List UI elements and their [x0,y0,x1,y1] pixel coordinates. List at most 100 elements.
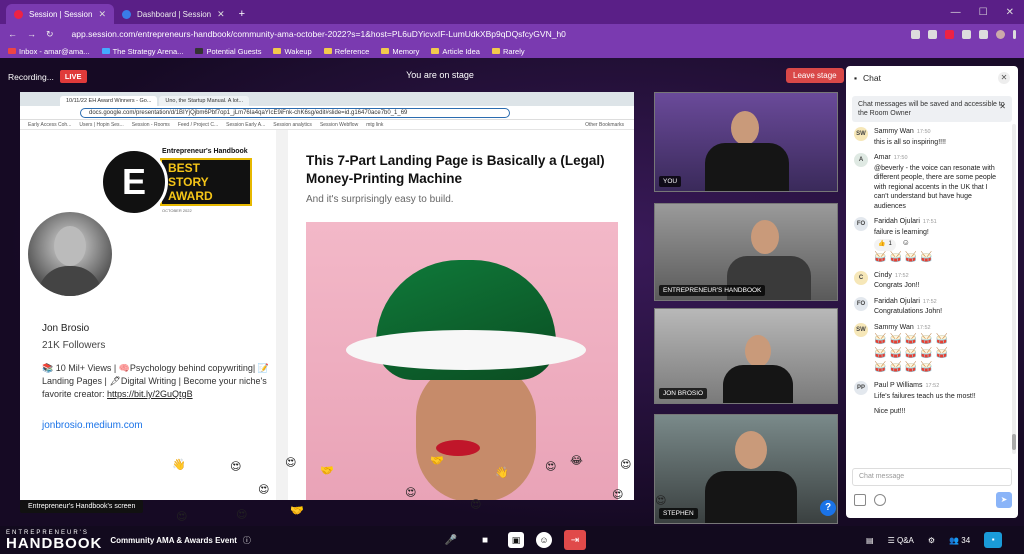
dismiss-notice-icon[interactable]: ✕ [999,102,1006,111]
help-icon[interactable]: ? [820,500,836,516]
avatar: SW [854,127,868,141]
bookmark-folder[interactable]: Memory [381,47,419,56]
award-header: Entrepreneur's Handbook [162,148,248,155]
bookmark-item[interactable]: The Strategy Arena... [101,47,183,56]
forward-icon[interactable]: → [27,29,36,39]
author-avatar [28,212,112,296]
eh-logo: E [100,148,168,216]
tile-label: ENTREPRENEUR'S HANDBOOK [659,285,766,296]
bookmark-item[interactable]: Inbox - amar@ama... [8,47,90,56]
tab-dashboard[interactable]: Dashboard | Session ✕ [114,4,233,24]
camera-icon[interactable]: ■ [474,530,496,550]
bookmark-folder[interactable]: Rarely [491,47,525,56]
reaction-emoji: 😍 [176,511,188,523]
session-favicon-icon [14,9,23,19]
new-tab-icon[interactable]: + [233,8,245,24]
exit-icon[interactable]: ⇥ [564,530,586,550]
tab-session[interactable]: Session | Session ✕ [6,4,114,24]
back-icon[interactable]: ← [8,29,17,39]
chat-message: SW Sammy Wan 17:50 this is all so inspirin… [846,124,1010,150]
video-tile-entrepreneurs-handbook[interactable]: ENTREPRENEUR'S HANDBOOK [654,203,838,301]
award-badge: BEST STORY AWARD [160,158,252,206]
reload-icon[interactable]: ↻ [46,29,54,40]
slide-divider [276,130,288,500]
maximize-icon[interactable]: ☐ [979,7,988,18]
microphone-icon[interactable]: 🎤 [440,530,462,550]
chat-header: ▪ Chat ✕ [846,66,1018,90]
avatar: A [854,153,868,167]
emoji-picker-icon[interactable] [874,494,886,506]
author-followers: 21K Followers [42,340,106,351]
reaction-emoji: 😍 [612,489,624,501]
video-tile-stephen[interactable]: STEPHEN [654,414,838,524]
reaction-emoji: 😍 [655,495,667,507]
send-icon[interactable]: ➤ [996,492,1012,508]
emoji-reaction-icon[interactable]: ☺ [536,532,552,548]
add-reaction-icon[interactable]: ☺ [902,238,910,247]
qa-button[interactable]: ☰ Q&A [888,536,914,545]
chat-panel: ▪ Chat ✕ Chat messages will be saved and… [846,66,1018,518]
chat-scrollbar[interactable] [1012,124,1016,454]
close-tab-icon[interactable]: ✕ [217,9,225,20]
chat-toggle-icon[interactable]: ▪ [984,532,1003,548]
reaction-emoji: 👋 [495,467,509,479]
minimize-icon[interactable]: — [951,7,961,18]
shared-tab: Uno, the Startup Manual. A lot... [159,96,250,106]
author-bio: 📚 10 Mil+ Views | 🧠Psychology behind cop… [42,363,269,399]
extension-icons [911,29,1016,39]
tile-label: STEPHEN [659,508,698,519]
avatar: C [854,270,868,285]
library-icon[interactable]: ▤ [866,536,874,545]
video-tile-you[interactable]: YOU [654,92,838,192]
close-window-icon[interactable]: ✕ [1006,7,1014,18]
reaction-chip[interactable]: 👍 1 [874,239,896,251]
chat-message: FO Faridah Ojulari 17:52 Congratulations J… [846,294,1010,320]
info-icon[interactable]: ⓘ [243,535,251,546]
extension-icon[interactable] [928,29,937,39]
tile-label: JON BROSIO [659,388,708,399]
extension-icon[interactable] [945,29,954,39]
chat-message: SW Sammy Wan 17:52 🥁🥁🥁🥁🥁 🥁🥁🥁🥁🥁 🥁🥁🥁🥁 [846,320,1010,379]
participants-button[interactable]: 👥 34 [949,536,970,545]
bookmark-folder[interactable]: Reference [323,47,369,56]
image-upload-icon[interactable] [854,494,866,506]
video-tile-jon-brosio[interactable]: JON BROSIO [654,308,838,404]
reaction-emoji: 🤝 [320,465,334,477]
shared-tab: 10/11/22 EH Award Winners - Go... [60,96,158,106]
profile-avatar[interactable] [996,29,1005,39]
bookmark-folder[interactable]: Article Idea [431,47,480,56]
reaction-emoji: 😍 [236,509,248,521]
browser-tabbar: Session | Session ✕ Dashboard | Session … [0,0,1024,24]
shared-screen: 10/11/22 EH Award Winners - Go... Uno, t… [20,92,634,500]
bookmarks-bar: Inbox - amar@ama... The Strategy Arena..… [0,44,1024,58]
extension-icon[interactable] [962,29,971,39]
author-name: Jon Brosio [42,323,90,334]
url-field[interactable]: app.session.com/entrepreneurs-handbook/c… [72,29,566,39]
bookmark-item[interactable]: Potential Guests [195,47,261,56]
window-controls: — ☐ ✕ [941,7,1024,24]
emoji-row: 🥁🥁🥁🥁🥁 🥁🥁🥁🥁🥁 🥁🥁🥁🥁 [874,334,952,373]
reaction-emoji: 👋 [172,459,186,471]
reaction-emoji: 😍 [470,499,482,511]
stage-status: You are on stage [406,70,474,80]
avatar: PP [854,381,868,395]
reaction-emoji: 🤝 [430,455,444,467]
extension-icon[interactable] [979,29,988,39]
shared-address-bar: docs.google.com/presentation/d/1BIYjQjbm… [20,106,634,120]
right-controls: ▤ ☰ Q&A ⚙ 👥 34 ▪ [866,532,1003,548]
settings-icon[interactable]: ⚙ [928,536,935,545]
bookmark-folder[interactable]: Wakeup [273,47,312,56]
reaction-emoji: 😍 [405,487,417,499]
media-controls: 🎤 ■ ▣ ☺ ⇥ [440,530,586,550]
avatar: SW [854,322,868,337]
people-icon: 👥 [949,535,960,545]
reaction-emoji: 😍 [258,484,270,496]
extension-icon[interactable] [911,29,920,39]
screen-share-icon[interactable]: ▣ [508,532,524,548]
close-chat-icon[interactable]: ✕ [998,72,1010,84]
menu-icon[interactable] [1013,29,1016,39]
chat-message-input[interactable]: Chat message [852,468,1012,486]
reaction-emoji: 😍 [285,457,297,469]
close-tab-icon[interactable]: ✕ [98,9,106,20]
leave-stage-button[interactable]: Leave stage [786,68,844,83]
